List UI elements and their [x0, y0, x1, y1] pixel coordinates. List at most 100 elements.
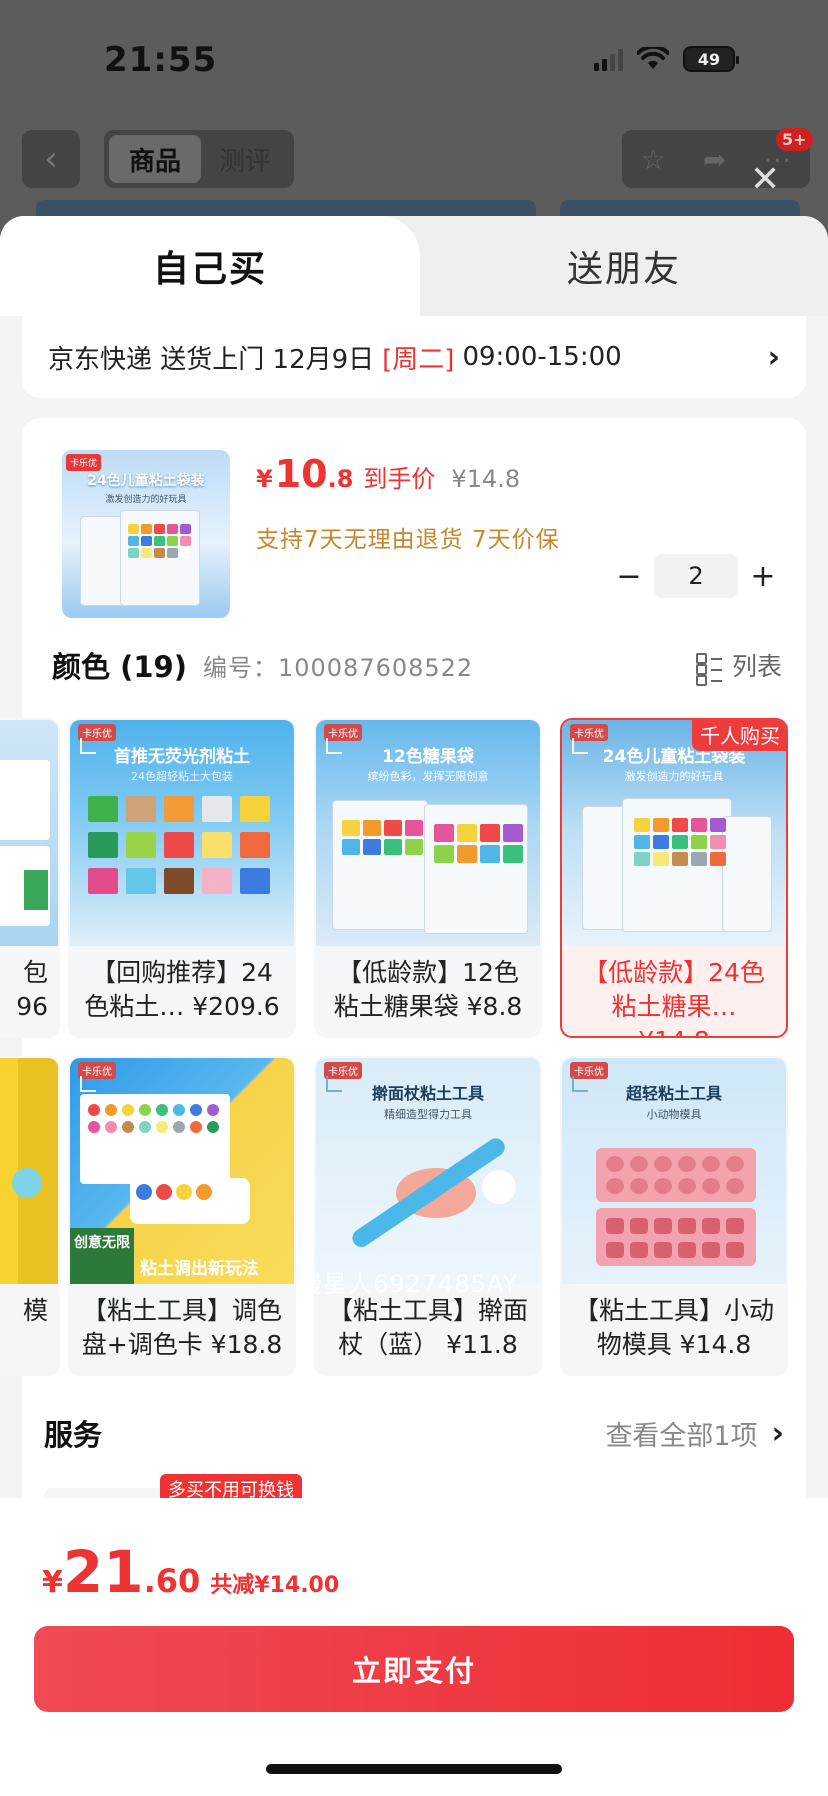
variant-card[interactable]: 卡乐优 首推无荧光剂粘土 24色超轻粘土大包装 【回购推荐】24色粘土… ¥20… [68, 718, 296, 1038]
decrease-button[interactable]: − [604, 559, 654, 594]
variant-image [0, 1058, 58, 1284]
wifi-icon [637, 47, 669, 69]
purchase-tabs: 自己买 送朋友 [0, 216, 828, 316]
price-symbol: ¥ [256, 465, 273, 493]
variant-card[interactable]: 卡乐优 12色糖果袋 缤纷色彩，发挥无限创意 【低龄款】12色粘土糖果袋 ¥8.… [314, 718, 542, 1038]
variant-caption: 【粘土工具】小动物模具 ¥14.8 [573, 1296, 774, 1359]
variant-image: 卡乐优 创意无限 粘土调出新玩法 [70, 1058, 294, 1284]
pay-now-button[interactable]: 立即支付 [34, 1626, 794, 1712]
variant-row: 包 96 卡乐优 首推无荧光剂粘土 24色超轻粘土大包装 【回购推荐】24色粘土… [0, 718, 806, 1038]
variant-caption: 【回购推荐】24色粘土… ¥209.6 [84, 958, 280, 1021]
services-more-label: 查看全部1项 [605, 1420, 758, 1452]
close-icon[interactable]: ✕ [750, 162, 780, 198]
popular-badge: 千人购买 [692, 720, 786, 751]
header-segment: 商品 测评 [104, 130, 294, 188]
tab-product[interactable]: 商品 [109, 135, 201, 183]
price-label: 到手价 [363, 465, 436, 493]
services-more-link[interactable]: 查看全部1项 › [605, 1414, 784, 1453]
variant-card[interactable]: 卡乐优 创意无限 粘土调出新玩法 【粘土工具】调色盘+调色卡 ¥18.8 [68, 1056, 296, 1376]
chevron-right-icon: › [771, 1415, 784, 1451]
clay-cubes [128, 524, 191, 558]
clay-cubes [434, 824, 523, 863]
variant-card[interactable]: 模 [0, 1056, 60, 1376]
product-thumbnail: 卡乐优 24色儿童粘土袋装 激发创造力的好玩具 [62, 450, 230, 618]
star-icon[interactable]: ☆ [641, 143, 666, 176]
variant-card[interactable]: 包 96 [0, 718, 60, 1038]
share-icon[interactable]: ➦ [703, 143, 726, 176]
chevron-right-icon: › [767, 339, 780, 375]
status-time: 21:55 [104, 40, 218, 80]
mold-cells [606, 1156, 744, 1194]
variant-image-title: 擀面杖粘土工具 [371, 1084, 484, 1103]
variant-caption: 【低龄款】24色粘土糖果… ¥14.8 [583, 958, 765, 1036]
variant-image: 卡乐优 24色儿童粘土袋装 激发创造力的好玩具 [562, 720, 786, 946]
total-symbol: ¥ [42, 1565, 63, 1600]
variant-image: 卡乐优 超轻粘土工具 小动物模具 [562, 1058, 786, 1284]
home-indicator [266, 1764, 562, 1774]
quantity-input[interactable]: 2 [654, 554, 738, 598]
watermark: 慢星人6927485AY [298, 1270, 519, 1298]
delivery-row[interactable]: 京东快递 送货上门 12月9日 [周二] 09:00-15:00 › [22, 316, 806, 398]
variant-image-title: 12色糖果袋 [382, 747, 474, 767]
price-integer: 10 [274, 452, 328, 496]
variant-image-subtitle: 小动物模具 [646, 1108, 702, 1121]
tab-send-friend[interactable]: 送朋友 [420, 216, 828, 316]
variant-image: 卡乐优 首推无荧光剂粘土 24色超轻粘土大包装 [70, 720, 294, 946]
tab-review[interactable]: 测评 [201, 141, 289, 178]
color-dots [88, 1104, 219, 1133]
pack-image [722, 816, 772, 932]
variant-image: 卡乐优 12色糖果袋 缤纷色彩，发挥无限创意 [316, 720, 540, 946]
battery-icon: 49 [683, 46, 739, 72]
variant-image [0, 720, 58, 946]
corner-mark [80, 1076, 96, 1092]
list-label: 列表 [731, 652, 782, 681]
variant-image-title: 超轻粘土工具 [625, 1084, 722, 1103]
thumb-title: 24色儿童粘土袋装 [87, 473, 205, 489]
brand-tag: 卡乐优 [66, 454, 102, 471]
variant-image-title: 首推无荧光剂粘土 [114, 747, 250, 767]
slogan-text: 粘土调出新玩法 [140, 1259, 259, 1279]
color-header: 颜色 (19) 编号：100087608522 列表 [52, 644, 782, 686]
variant-image-subtitle: 激发创造力的好玩具 [624, 770, 724, 783]
variant-image-subtitle: 精细造型得力工具 [384, 1108, 472, 1121]
thumb-subtitle: 激发创造力的好玩具 [105, 495, 187, 505]
clay-packs [88, 796, 270, 894]
variant-caption: 【低龄款】12色粘土糖果袋 ¥8.8 [333, 958, 523, 1021]
variant-caption: 【粘土工具】调色盘+调色卡 ¥18.8 [81, 1296, 283, 1359]
tab-buy-self[interactable]: 自己买 [0, 216, 420, 316]
variant-caption: 包 96 [16, 958, 48, 1021]
price-decimal: .8 [327, 465, 354, 493]
bunny-figure [482, 1170, 516, 1204]
delivery-weekday: [周二] [382, 344, 455, 375]
product-card: 卡乐优 24色儿童粘土袋装 激发创造力的好玩具 ¥ 10 .8 到手价 ¥14.… [0, 418, 806, 1538]
variant-row: 模 卡乐优 创意无限 粘土调出新玩法 【粘土工具】调色盘+调色卡 ¥18.8 卡… [0, 1056, 806, 1376]
cellular-signal-icon [594, 47, 623, 71]
quantity-stepper: − 2 + [604, 554, 788, 598]
services-title: 服务 [44, 1418, 103, 1452]
guarantee-text: 支持7天无理由退货 7天价保 [256, 527, 560, 553]
mold-cells [606, 1218, 744, 1258]
total-decimal: .60 [143, 1562, 201, 1600]
variant-image-subtitle: 缤纷色彩，发挥无限创意 [367, 770, 489, 783]
status-icons: 49 [594, 46, 739, 72]
list-icon [696, 653, 722, 677]
services-row[interactable]: 服务 查看全部1项 › [22, 1398, 806, 1468]
back-button[interactable]: ‹ [22, 130, 80, 188]
slogan-text: 创意无限 [74, 1235, 130, 1251]
variant-image-subtitle: 24色超轻粘土大包装 [131, 770, 233, 783]
sku-number: 编号：100087608522 [202, 653, 474, 682]
notification-badge: 5+ [776, 128, 813, 151]
delivery-time: 09:00-15:00 [462, 342, 622, 372]
color-title: 颜色 (19) [52, 650, 187, 684]
variant-card[interactable]: 卡乐优 超轻粘土工具 小动物模具 【粘土工具】小动物模具 ¥14.8 [560, 1056, 788, 1376]
increase-button[interactable]: + [738, 559, 788, 594]
clay-cubes [634, 818, 726, 866]
original-price: ¥14.8 [451, 465, 521, 493]
slogan-box: 创意无限 [70, 1228, 134, 1284]
variant-card[interactable]: 卡乐优 擀面杖粘土工具 精细造型得力工具 【粘土工具】擀面杖（蓝） ¥11.8 [314, 1056, 542, 1376]
price-row: ¥ 10 .8 到手价 ¥14.8 [256, 452, 520, 496]
total-price: ¥ 21 .60 共减¥14.00 [42, 1538, 339, 1606]
saving-text: 共减¥14.00 [210, 1573, 340, 1598]
list-view-toggle[interactable]: 列表 [696, 647, 782, 683]
variant-card-selected[interactable]: 千人购买 卡乐优 24色儿童粘土袋装 激发创造力的好玩具 【低龄款】24色粘土糖… [560, 718, 788, 1038]
